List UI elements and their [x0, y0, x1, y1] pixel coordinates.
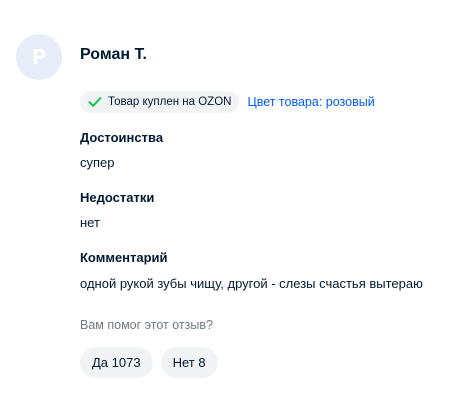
avatar: Р [16, 34, 62, 80]
pros-title: Достоинства [80, 130, 164, 145]
comment-title: Комментарий [80, 250, 168, 265]
cons-text: нет [80, 215, 100, 230]
helpful-votes: Да 1073 Нет 8 [80, 347, 218, 378]
purchased-badge-label: Товар куплен на OZON [108, 96, 232, 108]
vote-yes-button[interactable]: Да 1073 [80, 347, 153, 378]
helpful-question: Вам помог этот отзыв? [80, 318, 213, 332]
review-meta: Товар куплен на OZON Цвет товара: розовы… [80, 91, 375, 113]
review-card: Р Роман Т. Товар куплен на OZON Цвет тов… [0, 0, 472, 418]
pros-text: супер [80, 155, 115, 170]
comment-text: одной рукой зубы чищу, другой - слезы сч… [80, 276, 423, 291]
check-icon [88, 97, 102, 107]
product-color-link[interactable]: Цвет товара: розовый [247, 95, 374, 109]
cons-title: Недостатки [80, 190, 155, 205]
purchased-badge: Товар куплен на OZON [80, 91, 240, 113]
vote-no-button[interactable]: Нет 8 [160, 347, 218, 378]
author-name: Роман Т. [80, 46, 147, 63]
avatar-letter: Р [31, 45, 47, 69]
